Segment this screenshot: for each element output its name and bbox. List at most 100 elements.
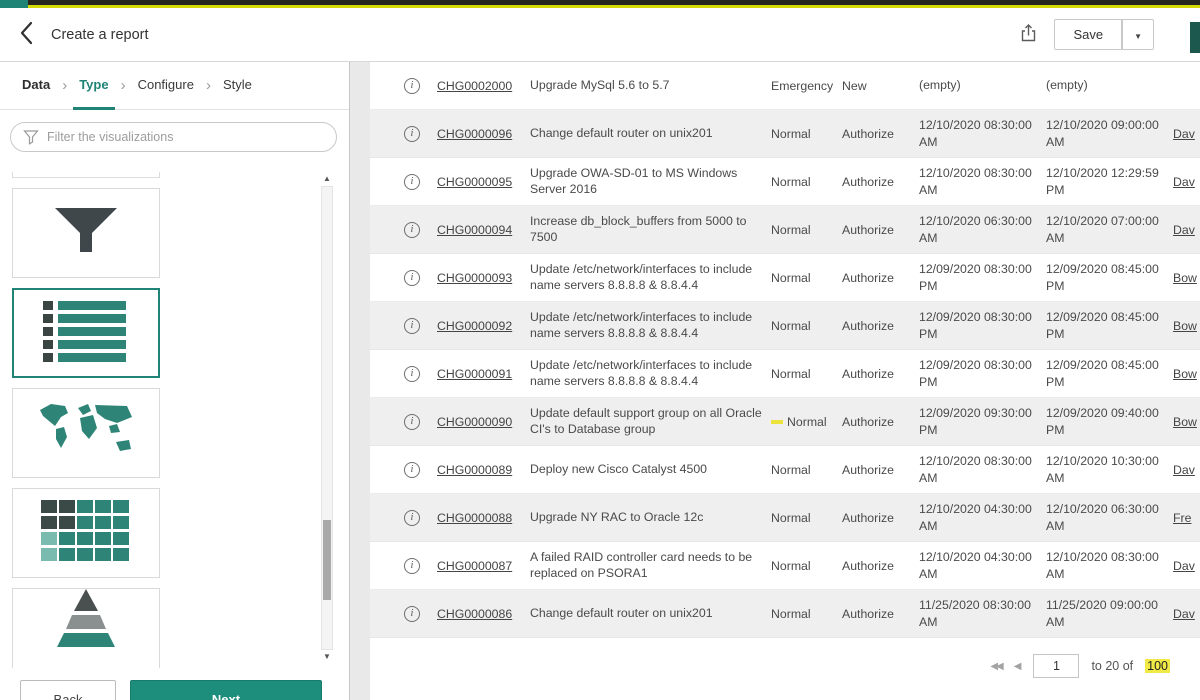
state-value: Authorize [842,367,912,381]
info-icon[interactable] [404,318,420,334]
filter-wrapper [10,122,337,152]
viz-thumbnail-pyramid[interactable] [12,588,160,668]
start-date-value: 12/09/2020 08:30:00 PM [919,357,1039,390]
info-icon[interactable] [404,222,420,238]
header-actions: Save ▼ [1019,19,1182,50]
change-number-link[interactable]: CHG0000089 [437,463,523,477]
step-configure[interactable]: Configure [132,62,200,110]
info-icon[interactable] [404,606,420,622]
priority-value: Normal [771,607,835,621]
short-description: Update /etc/network/interfaces to includ… [530,262,764,294]
share-button[interactable] [1019,23,1038,46]
assignee-link[interactable]: Bow [1173,367,1200,381]
end-date-value: 12/09/2020 08:45:00 PM [1046,357,1166,390]
change-number-link[interactable]: CHG0000091 [437,367,523,381]
scrollbar-thumb[interactable] [323,520,331,600]
wizard-back-button[interactable]: Back [20,680,116,700]
change-table-body: CHG0002000 Upgrade MySql 5.6 to 5.7 Emer… [370,62,1200,638]
end-date-value: 12/10/2020 08:30:00 AM [1046,549,1166,582]
info-icon[interactable] [404,174,420,190]
table-row[interactable]: CHG0002000 Upgrade MySql 5.6 to 5.7 Emer… [370,62,1200,110]
info-icon[interactable] [404,414,420,430]
scroll-up-icon[interactable]: ▲ [323,172,331,186]
assignee-link[interactable]: Bow [1173,319,1200,333]
assignee-link[interactable]: Dav [1173,463,1200,477]
viz-list-scrollbar[interactable]: ▲ ▼ [320,172,334,664]
state-value: Authorize [842,463,912,477]
step-type[interactable]: Type [73,62,114,110]
step-data[interactable]: Data [16,62,56,110]
row-info-cell [394,222,430,238]
list-chart-icon [43,300,129,367]
change-number-link[interactable]: CHG0002000 [437,79,523,93]
info-icon[interactable] [404,462,420,478]
world-map-icon [37,402,135,465]
start-date-value: 11/25/2020 08:30:00 AM [919,597,1039,630]
pagination-range-text: to 20 of [1091,659,1133,673]
table-row[interactable]: CHG0000094 Increase db_block_buffers fro… [370,206,1200,254]
info-icon[interactable] [404,270,420,286]
page-number-input[interactable] [1033,654,1079,678]
viz-thumbnail-heatmap[interactable] [12,488,160,578]
assignee-link[interactable]: Dav [1173,559,1200,573]
wizard-next-button[interactable]: Next [130,680,322,700]
change-number-link[interactable]: CHG0000090 [437,415,523,429]
assignee-link[interactable]: Dav [1173,607,1200,621]
pagination-total: 100 [1145,659,1170,673]
start-date-value: 12/10/2020 04:30:00 AM [919,549,1039,582]
state-value: Authorize [842,127,912,141]
short-description: Update /etc/network/interfaces to includ… [530,358,764,390]
table-row[interactable]: CHG0000091 Update /etc/network/interface… [370,350,1200,398]
step-style[interactable]: Style [217,62,258,110]
info-icon[interactable] [404,126,420,142]
change-number-link[interactable]: CHG0000092 [437,319,523,333]
table-row[interactable]: CHG0000095 Upgrade OWA-SD-01 to MS Windo… [370,158,1200,206]
clipped-edge-button[interactable] [1190,22,1200,53]
short-description: Update default support group on all Orac… [530,406,764,438]
table-row[interactable]: CHG0000093 Update /etc/network/interface… [370,254,1200,302]
change-number-link[interactable]: CHG0000088 [437,511,523,525]
scroll-down-icon[interactable]: ▼ [323,650,331,664]
back-button[interactable] [18,20,35,49]
viz-thumbnail-funnel[interactable] [12,188,160,278]
filter-visualizations-input[interactable] [10,122,337,152]
info-icon[interactable] [404,78,420,94]
prev-page-icon[interactable]: ◀ [1014,661,1022,672]
change-number-link[interactable]: CHG0000086 [437,607,523,621]
table-row[interactable]: CHG0000092 Update /etc/network/interface… [370,302,1200,350]
start-date-value: 12/10/2020 08:30:00 AM [919,453,1039,486]
row-info-cell [394,318,430,334]
state-value: Authorize [842,559,912,573]
change-number-link[interactable]: CHG0000093 [437,271,523,285]
info-icon[interactable] [404,510,420,526]
viz-thumbnail-partial[interactable] [12,172,160,178]
first-page-icon[interactable]: ◀◀ [990,661,1001,672]
scrollbar-track[interactable] [321,186,333,650]
assignee-link[interactable]: Fre [1173,511,1200,525]
table-row[interactable]: CHG0000087 A failed RAID controller card… [370,542,1200,590]
row-info-cell [394,558,430,574]
change-number-link[interactable]: CHG0000096 [437,127,523,141]
table-row[interactable]: CHG0000088 Upgrade NY RAC to Oracle 12c … [370,494,1200,542]
table-row[interactable]: CHG0000089 Deploy new Cisco Catalyst 450… [370,446,1200,494]
assignee-link[interactable]: Dav [1173,175,1200,189]
change-number-link[interactable]: CHG0000087 [437,559,523,573]
table-row[interactable]: CHG0000090 Update default support group … [370,398,1200,446]
priority-value: Normal [771,463,835,477]
viz-thumbnail-map[interactable] [12,388,160,478]
start-date-value: 12/09/2020 08:30:00 PM [919,261,1039,294]
assignee-link[interactable]: Bow [1173,271,1200,285]
change-number-link[interactable]: CHG0000094 [437,223,523,237]
page-title: Create a report [51,27,149,43]
table-row[interactable]: CHG0000086 Change default router on unix… [370,590,1200,638]
assignee-link[interactable]: Dav [1173,223,1200,237]
info-icon[interactable] [404,558,420,574]
assignee-link[interactable]: Bow [1173,415,1200,429]
change-number-link[interactable]: CHG0000095 [437,175,523,189]
table-row[interactable]: CHG0000096 Change default router on unix… [370,110,1200,158]
viz-thumbnail-list[interactable] [12,288,160,378]
save-button[interactable]: Save [1054,19,1122,50]
info-icon[interactable] [404,366,420,382]
save-dropdown-button[interactable]: ▼ [1122,19,1154,50]
assignee-link[interactable]: Dav [1173,127,1200,141]
